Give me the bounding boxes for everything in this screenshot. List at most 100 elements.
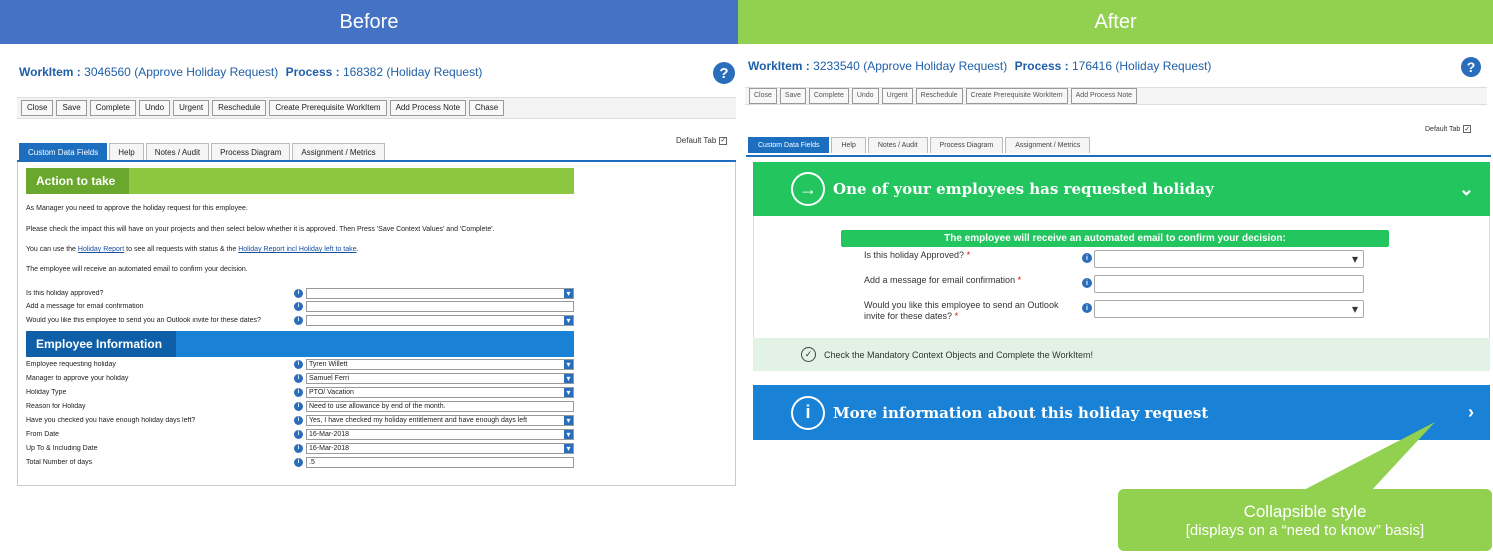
undo-button[interactable]: Undo (138, 100, 171, 116)
tab-custom-data-fields[interactable]: Custom Data Fields (748, 137, 830, 153)
create-prerequisite-button[interactable]: Create Prerequisite WorkItem (965, 88, 1068, 104)
before-panel: WorkItem : 3046560 (Approve Holiday Requ… (0, 44, 738, 494)
save-button[interactable]: Save (56, 100, 87, 116)
chevron-down-icon[interactable]: ⌄ (1459, 179, 1474, 200)
process-label-after: Process : (1014, 59, 1069, 73)
complete-button[interactable]: Complete (808, 88, 849, 104)
instruction-3-mid: to see all requests with status & the (124, 246, 239, 253)
undo-button[interactable]: Undo (851, 88, 879, 104)
process-value-after: 176416 (Holiday Request) (1071, 59, 1212, 73)
workitem-line-after: WorkItem : 3233540 (Approve Holiday Requ… (748, 59, 1211, 73)
reason-input[interactable]: Need to use allowance by end of the mont… (306, 400, 574, 412)
urgent-button[interactable]: Urgent (173, 100, 210, 116)
green-section-header[interactable]: → One of your employees has requested ho… (753, 162, 1490, 216)
holiday-report-left-link[interactable]: Holiday Report incl Holiday left to take (238, 246, 356, 253)
after-panel: WorkItem : 3233540 (Approve Holiday Requ… (743, 44, 1493, 444)
instruction-4: The employee will receive an automated e… (26, 266, 248, 273)
tab-help[interactable]: Help (831, 137, 866, 153)
employee-banner: Employee Information (26, 331, 574, 357)
tab-process-diagram[interactable]: Process Diagram (929, 137, 1004, 153)
callout-line1: Collapsible style (1243, 501, 1367, 521)
instruction-2: Please check the impact this will have o… (26, 226, 495, 233)
create-prerequisite-button[interactable]: Create Prerequisite WorkItem (269, 100, 387, 116)
message-question: Add a message for email confirmation (26, 302, 144, 310)
email-message-input[interactable] (1094, 275, 1364, 293)
process-label: Process : (285, 65, 340, 79)
info-icon: i (294, 429, 303, 439)
help-icon[interactable]: ? (1461, 57, 1481, 77)
total-days-input[interactable]: .5 (306, 456, 574, 468)
instruction-1: As Manager you need to approve the holid… (26, 205, 248, 212)
total-days-label: Total Number of days (26, 458, 93, 466)
outlook-row: Would you like this employee to send you… (26, 314, 574, 326)
from-date-row: From Date i 16-Mar-2018 (26, 428, 574, 440)
manager-select[interactable]: Samuel Ferri (306, 372, 574, 384)
action-banner: Action to take (26, 168, 574, 194)
outlook-invite-select[interactable] (1094, 300, 1364, 318)
default-tab-checkbox[interactable]: ✓ (719, 136, 728, 145)
approved-select[interactable] (1094, 250, 1364, 268)
complete-button[interactable]: Complete (89, 100, 136, 116)
outlook-select[interactable] (306, 314, 574, 326)
tab-assignment-metrics[interactable]: Assignment / Metrics (292, 143, 385, 161)
reschedule-button[interactable]: Reschedule (915, 88, 963, 104)
reschedule-button[interactable]: Reschedule (212, 100, 267, 116)
mandatory-message: Check the Mandatory Context Objects and … (824, 349, 1093, 360)
total-days-row: Total Number of days i .5 (26, 456, 574, 468)
chevron-right-icon[interactable]: › (1468, 402, 1474, 423)
approval-row: Is this holiday approved? i (26, 287, 574, 299)
close-button[interactable]: Close (749, 88, 777, 104)
email-message-question-text: Add a message for email confirmation (864, 275, 1016, 285)
message-input[interactable] (306, 300, 574, 312)
from-date-select[interactable]: 16-Mar-2018 (306, 428, 574, 440)
manager-label: Manager to approve your holiday (26, 374, 129, 382)
help-icon[interactable]: ? (713, 62, 735, 84)
close-button[interactable]: Close (21, 100, 54, 116)
approved-row: Is this holiday Approved? * i (864, 250, 1364, 268)
chase-button[interactable]: Chase (469, 100, 505, 116)
tab-notes-audit[interactable]: Notes / Audit (867, 137, 928, 153)
days-checked-select[interactable]: Yes, I have checked my holiday entitleme… (306, 414, 574, 426)
default-tab-checkbox[interactable]: ✓ (1463, 125, 1472, 133)
employee-banner-label: Employee Information (26, 331, 177, 357)
employee-label: Employee requesting holiday (26, 360, 116, 368)
instruction-3: You can use the Holiday Report to see al… (26, 246, 358, 253)
outlook-invite-row: Would you like this employee to send an … (864, 300, 1364, 322)
save-button[interactable]: Save (779, 88, 806, 104)
days-checked-row: Have you checked you have enough holiday… (26, 414, 574, 426)
holiday-type-select[interactable]: PTO/ Vacation (306, 386, 574, 398)
approval-select[interactable] (306, 287, 574, 299)
tab-custom-data-fields[interactable]: Custom Data Fields (19, 143, 108, 161)
days-checked-label: Have you checked you have enough holiday… (26, 416, 196, 424)
tab-notes-audit[interactable]: Notes / Audit (145, 143, 210, 161)
callout-pointer (1300, 422, 1435, 492)
info-icon: i (1082, 278, 1092, 288)
info-icon: i (294, 373, 303, 383)
reason-label: Reason for Holiday (26, 402, 86, 410)
tab-process-diagram[interactable]: Process Diagram (211, 143, 291, 161)
urgent-button[interactable]: Urgent (881, 88, 913, 104)
email-message-row: Add a message for email confirmation * i (864, 275, 1364, 293)
tab-bar: Custom Data Fields Help Notes / Audit Pr… (19, 143, 385, 161)
before-header: Before (0, 0, 738, 44)
email-notice: The employee will receive an automated e… (841, 230, 1389, 247)
holiday-report-link[interactable]: Holiday Report (78, 246, 124, 253)
toolbar-after: Close Save Complete Undo Urgent Reschedu… (745, 87, 1487, 105)
tab-help[interactable]: Help (109, 143, 144, 161)
outlook-question-line1: Would you like this employee to send an … (864, 300, 1059, 310)
default-tab-label: Default Tab (676, 136, 717, 145)
info-icon: i (294, 288, 303, 298)
callout-box: Collapsible style [displays on a “need t… (1118, 489, 1492, 551)
workitem-value: 3046560 (Approve Holiday Request) (84, 65, 279, 79)
email-message-question: Add a message for email confirmation * (864, 275, 1082, 286)
tab-assignment-metrics[interactable]: Assignment / Metrics (1005, 137, 1091, 153)
mandatory-message-bar: ✓ Check the Mandatory Context Objects an… (753, 338, 1490, 371)
tab-bar-after: Custom Data Fields Help Notes / Audit Pr… (748, 137, 1091, 153)
blue-section-title: More information about this holiday requ… (833, 403, 1209, 422)
add-process-note-button[interactable]: Add Process Note (389, 100, 467, 116)
to-date-select[interactable]: 16-Mar-2018 (306, 442, 574, 454)
outlook-question: Would you like this employee to send you… (26, 316, 261, 324)
employee-select[interactable]: Tyren Willett (306, 358, 574, 370)
process-value: 168382 (Holiday Request) (342, 65, 483, 79)
add-process-note-button[interactable]: Add Process Note (1070, 88, 1138, 104)
